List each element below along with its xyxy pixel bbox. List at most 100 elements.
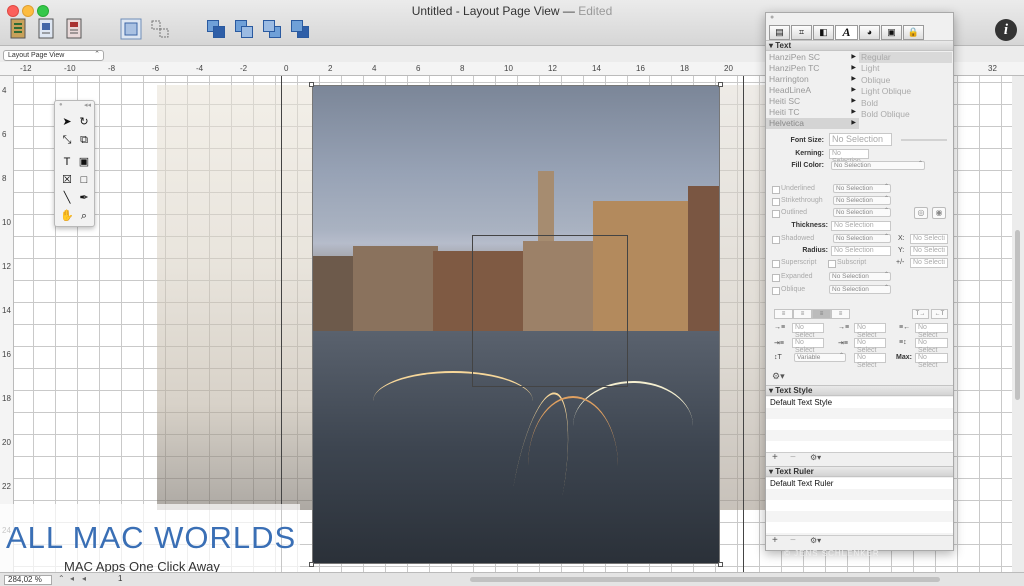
bring-to-front-icon[interactable] [206,18,228,40]
resize-handle-br[interactable] [718,562,723,567]
document-layout-icon[interactable] [36,18,56,40]
section-text-style-header[interactable]: ▾ Text Style [766,385,953,396]
font-style-item[interactable]: Bold [859,98,952,109]
font-family-item[interactable]: HanziPen TC [766,63,859,74]
kerning-field[interactable]: No Selection [829,149,869,165]
bring-forward-icon[interactable] [234,18,256,40]
prev-page-icon[interactable]: ◂ [82,574,86,583]
strikethrough-checkbox[interactable]: Strikethrough [772,197,823,206]
space-before-field[interactable]: No Select [792,338,824,354]
first-page-icon[interactable]: ◂ [70,574,74,583]
add-text-style-button[interactable]: + [772,452,778,463]
group-icon[interactable] [120,18,142,40]
tab-lock[interactable]: 🔒 [903,25,924,40]
rotate-icon[interactable]: ↻ [76,115,92,129]
tab-image[interactable]: ▣ [881,25,902,40]
font-style-item[interactable]: Light [859,63,952,74]
baseline-offset-field[interactable]: No Selecti [910,258,948,268]
font-family-item[interactable]: HanziPen SC [766,52,859,63]
panel-close-icon[interactable]: ● [770,14,774,21]
text-style-item[interactable]: Default Text Style [766,397,953,408]
font-family-item[interactable]: Harrington [766,74,859,85]
font-family-item[interactable]: Heiti SC [766,96,859,107]
expanded-checkbox[interactable]: Expanded [772,273,813,282]
vertical-scrollbar[interactable] [1015,230,1020,400]
oblique-checkbox[interactable]: Oblique [772,286,805,295]
underline-style-popup[interactable]: No Selection [833,184,891,193]
text-style-gear-icon[interactable]: ⚙▾ [810,453,821,462]
font-style-list[interactable]: Regular Light Oblique Light Oblique Bold Bold… [859,52,952,140]
line-spacing-field[interactable]: No Select [915,338,948,354]
rectangle-tool-icon[interactable]: □ [76,173,92,187]
align-center-button[interactable]: ≡ [793,309,812,319]
font-family-item[interactable]: Helvetica [766,118,859,129]
font-style-item[interactable]: Oblique [859,75,952,86]
text-ruler-item[interactable]: Default Text Ruler [766,478,953,489]
document-spreadsheet-icon[interactable] [8,18,28,40]
vertical-ruler[interactable]: 4681012141618202224 [0,76,14,572]
shadow-y-field[interactable]: No Selecti [910,246,948,256]
zoom-tool-icon[interactable]: ⌕ [76,209,92,223]
superscript-checkbox[interactable]: Superscript [772,259,816,268]
zoom-field[interactable]: 284,02 % [4,575,52,585]
document-text-icon[interactable] [64,18,84,40]
align-left-button[interactable]: ≡ [774,309,793,319]
strikethrough-style-popup[interactable]: No Selection [833,196,891,205]
font-family-item[interactable]: Heiti TC [766,107,859,118]
margin-guide-right[interactable] [743,76,744,572]
font-style-item[interactable]: Light Oblique [859,86,952,97]
oblique-popup[interactable]: No Selection [829,285,891,294]
indent-decrease-button[interactable]: ←T [931,309,948,319]
box-x-icon[interactable]: ☒ [59,173,75,187]
palette-close-icon[interactable]: ● [59,102,63,108]
text-tool-icon[interactable]: T [59,155,75,169]
font-family-item[interactable]: HeadLineA [766,85,859,96]
thickness-field[interactable]: No Selection [831,221,891,231]
palette-collapse-icon[interactable]: ◂◂ [84,101,91,109]
align-justify-button[interactable]: ≡ [812,309,831,319]
line-tool-icon[interactable]: ╲ [59,191,75,205]
text-gear-menu-icon[interactable]: ⚙▾ [772,371,785,382]
tab-geometry[interactable]: ⌗ [791,25,812,40]
resize-icon[interactable]: ⤡ [59,133,75,147]
select-arrow-icon[interactable]: ➤ [59,115,75,129]
resize-handle-bl[interactable] [309,562,314,567]
send-backward-icon[interactable] [262,18,284,40]
resize-handle-tl[interactable] [309,82,314,87]
font-family-list[interactable]: HanziPen SCHanziPen TCHarringtonHeadLine… [766,52,859,140]
font-style-item[interactable]: Regular [859,52,952,64]
underlined-checkbox[interactable]: Underlined [772,185,815,194]
info-icon[interactable]: i [995,19,1017,41]
zoom-stepper-icon[interactable]: ⌃ [58,574,65,583]
text-style-list[interactable]: Default Text Style [766,397,953,452]
remove-text-style-button[interactable]: − [790,452,796,463]
line-height-max-field[interactable]: No Select [915,353,948,369]
tab-color[interactable]: ◕ [859,25,880,40]
subscript-checkbox[interactable]: Subscript [828,259,866,268]
shadowed-checkbox[interactable]: Shadowed [772,235,814,244]
outline-style-popup[interactable]: No Selection [833,208,891,217]
shadow-x-field[interactable]: No Selecti [910,234,948,244]
line-height-mode-popup[interactable]: Variable [794,353,846,362]
space-after-field[interactable]: No Select [854,338,886,354]
resize-handle-tr[interactable] [718,82,723,87]
crop-rectangle[interactable] [472,235,628,387]
send-to-back-icon[interactable] [290,18,312,40]
shadow-style-popup[interactable]: No Selection [833,234,891,243]
horizontal-scrollbar[interactable] [470,577,940,582]
left-indent-field[interactable]: No Select [854,323,886,339]
crop-icon[interactable]: ⧉ [76,133,92,147]
text-ruler-list[interactable]: Default Text Ruler [766,478,953,535]
first-line-indent-field[interactable]: No Select [792,323,824,339]
section-text-header[interactable]: ▾ Text [766,40,953,51]
remove-text-ruler-button[interactable]: − [790,535,796,546]
expanded-popup[interactable]: No Selection [829,272,891,281]
tab-document[interactable]: ▤ [769,25,790,40]
align-right-button[interactable]: ≡ [831,309,850,319]
section-text-ruler-header[interactable]: ▾ Text Ruler [766,466,953,477]
margin-guide-left[interactable] [281,76,282,572]
outline-color-button[interactable]: ◎ [914,207,928,219]
outline-style-button[interactable]: ◉ [932,207,946,219]
tab-text[interactable]: A [835,25,858,40]
indent-increase-button[interactable]: T→ [912,309,929,319]
